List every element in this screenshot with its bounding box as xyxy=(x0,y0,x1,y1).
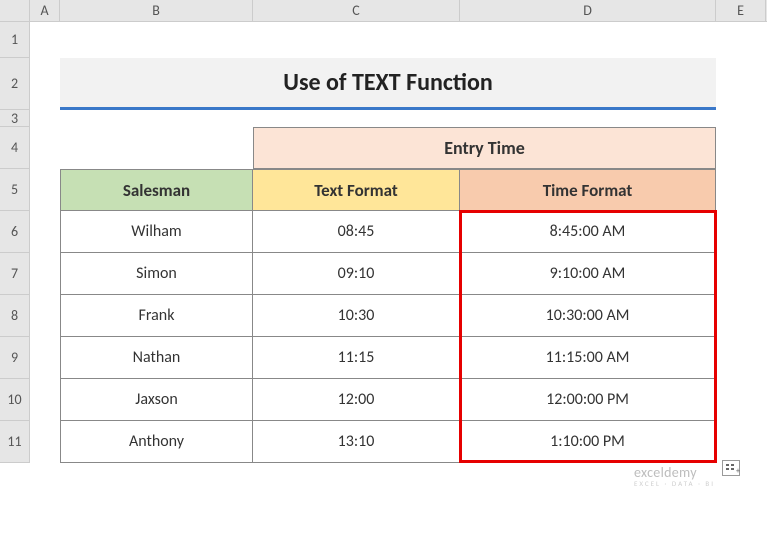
row-header-10[interactable]: 10 xyxy=(0,379,30,421)
row-header-1[interactable]: 1 xyxy=(0,22,30,58)
spreadsheet: A B C D E 1 2 3 4 5 6 7 8 9 10 11 Use of… xyxy=(0,0,767,22)
cell-text-format[interactable]: 08:45 xyxy=(253,211,460,253)
header-salesman[interactable]: Salesman xyxy=(60,169,253,211)
cell-text-format[interactable]: 09:10 xyxy=(253,253,460,295)
cell-salesman[interactable]: Anthony xyxy=(60,421,253,463)
row-header-11[interactable]: 11 xyxy=(0,421,30,463)
cell-salesman[interactable]: Jaxson xyxy=(60,379,253,421)
cell-time-format[interactable]: 9:10:00 AM xyxy=(460,253,716,295)
row-header-6[interactable]: 6 xyxy=(0,211,30,253)
cell-time-format[interactable]: 1:10:00 PM xyxy=(460,421,716,463)
cell-time-format[interactable]: 8:45:00 AM xyxy=(460,211,716,253)
watermark: exceldemy EXCEL · DATA · BI xyxy=(634,464,715,488)
col-header-a[interactable]: A xyxy=(30,0,60,21)
column-headers: A B C D E xyxy=(0,0,767,22)
header-entry-time[interactable]: Entry Time xyxy=(253,127,716,169)
col-header-b[interactable]: B xyxy=(60,0,253,21)
watermark-tagline: EXCEL · DATA · BI xyxy=(634,479,715,488)
cell-text-format[interactable]: 13:10 xyxy=(253,421,460,463)
cell-text-format[interactable]: 11:15 xyxy=(253,337,460,379)
row-header-9[interactable]: 9 xyxy=(0,337,30,379)
col-header-e[interactable]: E xyxy=(716,0,766,21)
col-header-c[interactable]: C xyxy=(253,0,460,21)
select-all-corner[interactable] xyxy=(0,0,30,21)
cell-salesman[interactable]: Frank xyxy=(60,295,253,337)
row-header-2[interactable]: 2 xyxy=(0,58,30,110)
header-text-format[interactable]: Text Format xyxy=(253,169,460,211)
col-header-d[interactable]: D xyxy=(460,0,716,21)
header-time-format[interactable]: Time Format xyxy=(460,169,716,211)
row-header-7[interactable]: 7 xyxy=(0,253,30,295)
title-cell[interactable]: Use of TEXT Function xyxy=(60,58,716,110)
cell-time-format[interactable]: 12:00:00 PM xyxy=(460,379,716,421)
cell-text-format[interactable]: 10:30 xyxy=(253,295,460,337)
row-headers: 1 2 3 4 5 6 7 8 9 10 11 xyxy=(0,22,30,463)
cell-time-format[interactable]: 11:15:00 AM xyxy=(460,337,716,379)
cell-salesman[interactable]: Nathan xyxy=(60,337,253,379)
row-header-8[interactable]: 8 xyxy=(0,295,30,337)
cell-text-format[interactable]: 12:00 xyxy=(253,379,460,421)
cell-salesman[interactable]: Simon xyxy=(60,253,253,295)
cell-salesman[interactable]: Wilham xyxy=(60,211,253,253)
cell-time-format[interactable]: 10:30:00 AM xyxy=(460,295,716,337)
row-header-5[interactable]: 5 xyxy=(0,169,30,211)
autofill-options-icon[interactable]: + xyxy=(722,460,740,476)
row-header-3[interactable]: 3 xyxy=(0,110,30,127)
row-header-4[interactable]: 4 xyxy=(0,127,30,169)
